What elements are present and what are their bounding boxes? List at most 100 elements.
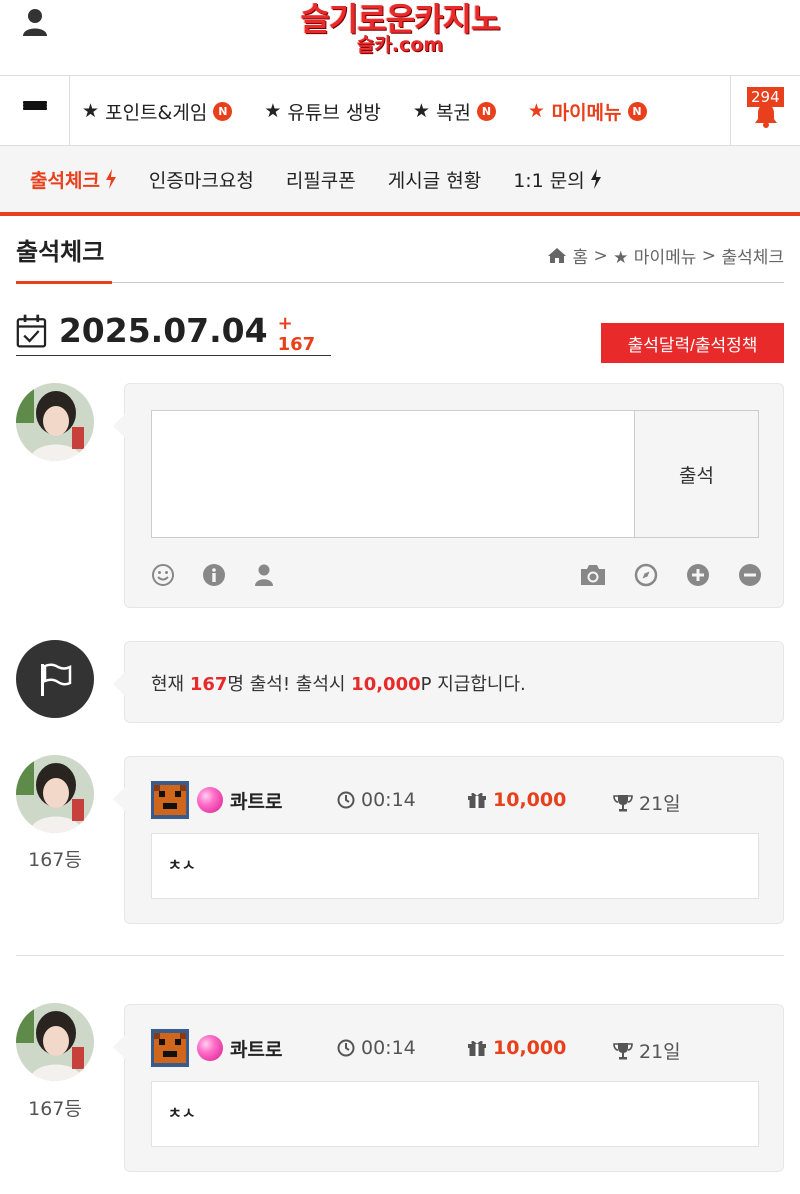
nav-item-lottery[interactable]: ★ 복권 N — [413, 98, 496, 125]
attendance-submit-button[interactable]: 출석 — [635, 410, 759, 538]
attendance-write-box: 출석 — [113, 383, 784, 608]
entry-time-text: 00:14 — [361, 789, 416, 811]
info-suffix: P 지급합니다. — [420, 674, 526, 695]
subnav-attendance[interactable]: 출석체크 — [30, 166, 117, 193]
minus-circle-icon[interactable] — [738, 563, 762, 587]
entry-nickname[interactable]: 콰트로 — [230, 787, 282, 814]
clock-icon — [337, 791, 355, 809]
clock-icon — [337, 1039, 355, 1057]
nav-item-youtube-live[interactable]: ★ 유튜브 생방 — [264, 98, 381, 125]
nav-item-label: 포인트&게임 — [105, 101, 208, 124]
menu-button[interactable] — [0, 76, 70, 146]
nav-item-label: 복권 — [435, 101, 471, 124]
level-icon — [151, 781, 189, 819]
date-row: 2025.07.04 + 167 — [16, 306, 331, 356]
subnav-label: 출석체크 — [30, 169, 100, 192]
entry-days: 21일 — [613, 789, 681, 816]
nav-item-label: 마이메뉴 — [551, 101, 622, 124]
entry-header: 콰트로 00:14 10,000 21일 — [151, 781, 761, 819]
nav-item-label: 유튜브 생방 — [287, 101, 381, 124]
smile-icon[interactable] — [151, 563, 175, 587]
subnav-label: 1:1 문의 — [513, 169, 585, 192]
plus-circle-icon[interactable] — [686, 563, 710, 587]
site-logo[interactable]: 슬기로운카지노 슬카.com — [0, 0, 800, 56]
info-count: 167 — [189, 674, 228, 695]
level-icon — [151, 1029, 189, 1067]
subnav-post-status[interactable]: 게시글 현황 — [388, 166, 481, 193]
bolt-icon — [590, 169, 601, 189]
hamburger-icon — [22, 101, 47, 121]
entry-divider — [16, 955, 784, 956]
logo-main-text: 슬기로운카지노 — [300, 0, 500, 38]
breadcrumb-separator: > — [701, 245, 717, 266]
flag-icon — [41, 663, 72, 696]
title-divider — [16, 282, 784, 283]
subnav-refill-coupon[interactable]: 리필쿠폰 — [286, 166, 356, 193]
entry-message-box: ㅊㅅ — [151, 1081, 759, 1147]
attendance-entry: 콰트로 00:14 10,000 21일 ㅊㅅ — [113, 756, 784, 924]
user-icon[interactable] — [252, 563, 276, 587]
home-icon[interactable] — [547, 247, 567, 264]
notification-button[interactable]: 294 — [730, 76, 800, 146]
entry-points: 10,000 — [467, 1037, 566, 1059]
nav-item-my-menu[interactable]: ★ 마이메뉴 N — [528, 98, 647, 125]
star-icon: ★ — [264, 100, 282, 122]
title-underline — [16, 281, 112, 284]
subnav-inquiry[interactable]: 1:1 문의 — [513, 166, 602, 193]
entry-points-text: 10,000 — [493, 1037, 567, 1059]
entry-message: ㅊㅅ — [168, 856, 196, 874]
attendance-comment-input[interactable] — [151, 410, 635, 538]
entry-points-text: 10,000 — [493, 789, 567, 811]
badge-ball-icon — [197, 1035, 223, 1061]
entry-avatar[interactable] — [16, 755, 94, 833]
info-icon[interactable] — [202, 563, 226, 587]
breadcrumb-home[interactable]: 홈 — [572, 243, 588, 268]
gift-icon — [468, 792, 486, 808]
badge-ball-icon — [197, 787, 223, 813]
calendar-check-icon — [16, 314, 47, 348]
entry-rank: 167등 — [28, 849, 82, 871]
subnav-label: 게시글 현황 — [387, 169, 482, 192]
bolt-icon — [105, 169, 116, 189]
entry-message-box: ㅊㅅ — [151, 833, 759, 899]
camera-icon[interactable] — [579, 563, 607, 587]
breadcrumb-current: 출석체크 — [721, 248, 784, 268]
new-badge: N — [627, 101, 647, 121]
attendance-entry: 콰트로 00:14 10,000 21일 ㅊㅅ — [113, 1004, 784, 1172]
subnav-cert-request[interactable]: 인증마크요청 — [149, 166, 254, 193]
attendance-date: 2025.07.04 — [58, 311, 268, 350]
trophy-icon — [613, 794, 633, 811]
main-nav: ★ 포인트&게임 N ★ 유튜브 생방 ★ 복권 N ★ 마이메뉴 N 294 — [0, 75, 800, 146]
star-icon: ★ — [82, 100, 100, 122]
sub-nav: 출석체크 인증마크요청 리필쿠폰 게시글 현황 1:1 문의 — [0, 146, 800, 216]
entry-time-text: 00:14 — [361, 1037, 416, 1059]
entry-rank: 167등 — [28, 1098, 82, 1120]
nav-item-point-game[interactable]: ★ 포인트&게임 N — [82, 98, 233, 125]
info-points: 10,000 — [351, 674, 421, 695]
breadcrumb-section[interactable]: ★ 마이메뉴 — [613, 243, 696, 268]
entry-avatar[interactable] — [16, 1003, 94, 1081]
attendance-info-box: 현재 167명 출석! 출석시 10,000P 지급합니다. — [113, 641, 784, 723]
attendance-count: + 167 — [277, 312, 316, 355]
subnav-label: 리필쿠폰 — [285, 169, 356, 192]
compass-icon[interactable] — [634, 563, 658, 587]
subnav-label: 인증마크요청 — [148, 169, 254, 192]
breadcrumb: 홈 > ★ 마이메뉴 > 출석체크 — [547, 243, 784, 268]
entry-message: ㅊㅅ — [168, 1104, 196, 1122]
info-prefix: 현재 — [151, 674, 190, 695]
entry-days-text: 21일 — [639, 1041, 681, 1063]
entry-days-text: 21일 — [639, 793, 681, 815]
entry-nickname[interactable]: 콰트로 — [230, 1035, 282, 1062]
entry-days: 21일 — [613, 1037, 681, 1064]
top-bar: 슬기로운카지노 슬카.com — [0, 0, 800, 76]
attendance-info-text: 현재 167명 출석! 출석시 10,000P 지급합니다. — [151, 670, 526, 696]
new-badge: N — [213, 101, 233, 121]
star-icon: ★ — [527, 100, 545, 122]
logo-sub-text: 슬카.com — [356, 34, 444, 56]
flag-avatar — [16, 640, 94, 718]
calendar-policy-button[interactable]: 출석달력/출석정책 — [601, 323, 784, 363]
avatar — [16, 383, 94, 461]
page-title: 출석체크 — [16, 238, 105, 266]
entry-points: 10,000 — [467, 789, 566, 811]
entry-time: 00:14 — [337, 1037, 416, 1059]
